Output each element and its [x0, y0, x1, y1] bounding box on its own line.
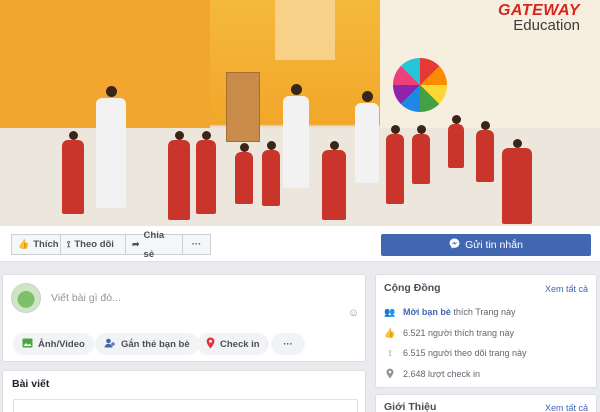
community-title: Cộng Đồng	[384, 282, 441, 294]
about-card: Giới Thiệu Xem tất cả	[375, 394, 597, 412]
rss-icon: ⟟	[388, 347, 392, 358]
composer-more-button[interactable]: ···	[271, 333, 305, 355]
community-follows-row: ⟟ 6.515 người theo dõi trang này	[384, 346, 527, 360]
cover-child	[196, 131, 216, 214]
rss-icon: ⟟	[67, 239, 71, 249]
composer-more-label: ···	[283, 338, 293, 350]
location-pin-icon	[384, 368, 396, 381]
cover-child	[235, 143, 253, 204]
composer-input[interactable]: Viết bài gì đó...	[51, 292, 121, 304]
cover-child	[448, 115, 464, 168]
follow-button-label: Theo dõi	[74, 239, 114, 250]
community-card: Cộng Đồng Xem tất cả 👥 Mời bạn bè thích …	[375, 274, 597, 388]
share-button[interactable]: ➦ Chia sẻ	[125, 230, 183, 260]
people-icon: 👥	[384, 306, 396, 317]
more-actions-button[interactable]: ···	[182, 234, 211, 255]
about-title: Giới Thiệu	[384, 401, 437, 412]
cover-child	[168, 131, 190, 220]
cover-teacher	[283, 84, 309, 188]
tag-friends-label: Gắn thẻ bạn bè	[121, 338, 190, 350]
follow-button[interactable]: ⟟ Theo dõi	[60, 234, 126, 255]
cover-child	[476, 121, 494, 182]
cover-teacher	[96, 86, 126, 208]
post-card	[13, 399, 358, 412]
cover-teacher	[355, 91, 379, 183]
community-checkins-row: 2.648 lượt check in	[384, 367, 480, 381]
thumbs-up-icon: 👍	[18, 239, 30, 249]
cover-photo[interactable]: GATEWAY Education	[0, 0, 600, 226]
tag-friends-button[interactable]: Gắn thẻ bạn bè	[95, 333, 199, 355]
emoji-icon[interactable]: ☺	[348, 307, 359, 319]
follows-count-text: 6.515 người theo dõi trang này	[403, 348, 527, 358]
page-avatar	[11, 283, 41, 313]
location-pin-icon	[206, 337, 215, 352]
messenger-icon	[449, 238, 460, 252]
invite-friends-link[interactable]: Mời bạn bè	[403, 307, 451, 317]
cover-door	[275, 0, 335, 60]
cover-child	[262, 141, 280, 206]
photo-video-label: Ảnh/Video	[38, 338, 85, 350]
cover-child	[412, 125, 430, 184]
share-arrow-icon: ➦	[132, 239, 140, 249]
check-in-label: Check in	[220, 338, 260, 350]
cover-shelf	[226, 72, 260, 142]
cover-pinwheel	[393, 58, 447, 112]
more-actions-label: ···	[191, 239, 202, 250]
like-button[interactable]: 👍 Thích	[11, 234, 61, 255]
community-see-all-link[interactable]: Xem tất cả	[545, 284, 588, 294]
post-composer: Viết bài gì đó... ☺ Ảnh/Video Gắn thẻ bạ…	[2, 274, 366, 362]
send-message-button[interactable]: Gửi tin nhắn	[381, 234, 591, 256]
checkins-count-text: 2.648 lượt check in	[403, 369, 480, 379]
cover-child	[62, 131, 84, 214]
posts-section: Bài viết	[2, 370, 366, 412]
brand-logo: GATEWAY Education	[498, 2, 580, 34]
invite-friends-text: thích Trang này	[453, 307, 516, 317]
community-invite-row: 👥 Mời bạn bè thích Trang này	[384, 305, 515, 319]
thumbs-up-icon: 👍	[384, 327, 396, 338]
community-likes-row: 👍 6.521 người thích trang này	[384, 326, 514, 340]
photo-video-button[interactable]: Ảnh/Video	[13, 333, 94, 355]
send-message-label: Gửi tin nhắn	[465, 239, 523, 251]
about-see-all-link[interactable]: Xem tất cả	[545, 403, 588, 412]
page-action-bar: 👍 Thích ⟟ Theo dõi ➦ Chia sẻ ··· Gửi tin…	[0, 226, 600, 262]
check-in-button[interactable]: Check in	[197, 333, 269, 355]
like-button-label: Thích	[33, 239, 59, 250]
cover-child	[386, 125, 404, 204]
photo-icon	[22, 338, 33, 351]
cover-child	[502, 139, 532, 224]
posts-title: Bài viết	[12, 378, 50, 390]
tag-friends-icon	[104, 338, 116, 351]
likes-count-text: 6.521 người thích trang này	[403, 328, 514, 338]
cover-child	[322, 141, 346, 220]
share-button-label: Chia sẻ	[143, 229, 165, 260]
